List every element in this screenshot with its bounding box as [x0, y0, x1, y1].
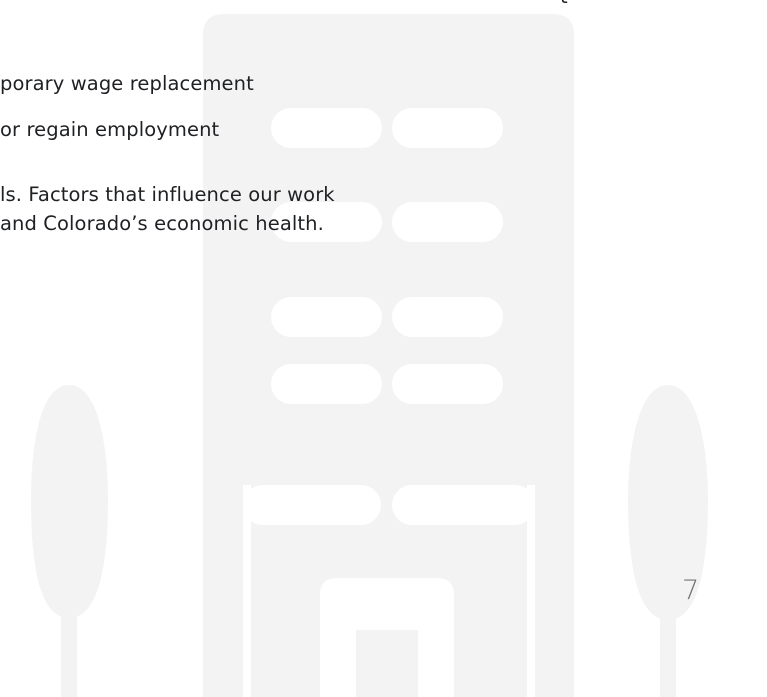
body-text-line-5: and Colorado’s economic health.	[0, 212, 324, 235]
body-text-line-1: t	[560, 0, 568, 9]
page-number: 7	[682, 575, 700, 606]
body-text-line-4: ls. Factors that influence our work	[0, 183, 335, 206]
body-text-line-3: or regain employment	[0, 118, 220, 141]
body-text-line-2: porary wage replacement	[0, 72, 254, 95]
